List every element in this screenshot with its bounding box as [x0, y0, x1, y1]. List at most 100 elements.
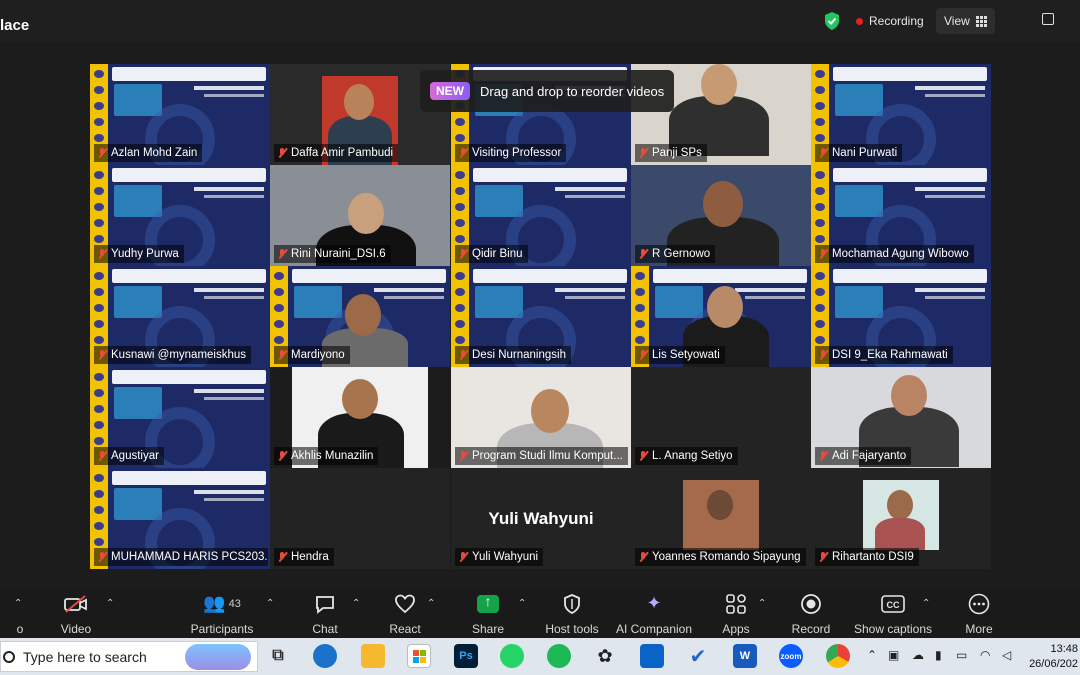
participant-tile[interactable]: Lis Setyowati — [631, 266, 811, 367]
apps-label: Apps — [722, 622, 750, 636]
mic-muted-icon — [818, 147, 828, 159]
todo-check-icon[interactable]: ✔ — [686, 644, 710, 668]
participant-name: Desi Nurnaningsih — [472, 349, 566, 361]
react-caret-icon[interactable]: ⌃ — [427, 598, 435, 609]
taskbar-clock[interactable]: 13:48 26/06/202 — [1026, 642, 1080, 672]
participant-tile[interactable]: Rini Nuraini_DSI.6 — [270, 165, 450, 266]
meeting-topbar: lace Recording View — [0, 0, 1080, 42]
shield-check-icon[interactable] — [822, 11, 842, 31]
apps-caret-icon[interactable]: ⌃ — [758, 598, 766, 609]
edge-icon[interactable] — [313, 644, 337, 668]
video-caret-icon[interactable]: ⌃ — [106, 598, 114, 609]
ms-store-icon[interactable] — [407, 644, 431, 668]
wifi-icon[interactable]: ◠ — [980, 648, 990, 662]
taskbar-search[interactable]: Type here to search — [0, 641, 258, 672]
search-placeholder: Type here to search — [23, 648, 147, 665]
participant-name: Daffa Amir Pambudi — [291, 147, 394, 159]
ai-companion-button[interactable]: ✦ AI Companion — [604, 592, 704, 636]
participant-tile[interactable]: Kusnawi @mynameiskhus — [90, 266, 270, 367]
participant-name-tag: Yudhy Purwa — [94, 245, 184, 263]
participant-name-tag: Mochamad Agung Wibowo — [815, 245, 974, 263]
participant-tile[interactable]: R Gernowo — [631, 165, 811, 266]
participant-name-tag: Yuli Wahyuni — [455, 548, 544, 566]
mic-muted-icon — [277, 248, 287, 260]
file-explorer-icon[interactable] — [361, 644, 385, 668]
participant-tile[interactable]: Rihartanto DSI9 — [811, 468, 991, 569]
audio-caret-icon[interactable]: ⌃ — [14, 598, 22, 609]
participants-button[interactable]: 👥 43 Participants — [182, 592, 262, 636]
participant-name-tag: L. Anang Setiyo — [635, 447, 738, 465]
participant-tile[interactable]: Yudhy Purwa — [90, 165, 270, 266]
cc-icon: CC — [881, 594, 905, 613]
share-caret-icon[interactable]: ⌃ — [518, 598, 526, 609]
photoshop-icon[interactable]: Ps — [454, 644, 478, 668]
more-button[interactable]: More — [939, 592, 1019, 636]
whatsapp-icon[interactable] — [500, 644, 524, 668]
onedrive-icon[interactable]: ☁ — [912, 648, 924, 662]
microphone-icon[interactable]: ▮ — [935, 648, 942, 662]
new-badge: NEW — [430, 82, 470, 100]
tray-chevron-icon[interactable]: ⌃ — [867, 648, 877, 662]
meet-now-icon[interactable]: ▣ — [888, 648, 899, 662]
chrome-icon[interactable] — [826, 644, 850, 668]
chat-caret-icon[interactable]: ⌃ — [352, 598, 360, 609]
participant-name-tag: Hendra — [274, 548, 334, 566]
host-tools-button[interactable]: Host tools — [532, 592, 612, 636]
spotify-icon[interactable] — [547, 644, 571, 668]
outlook-icon[interactable] — [640, 644, 664, 668]
heart-icon — [395, 594, 415, 613]
mic-muted-icon — [97, 551, 107, 563]
maximize-icon[interactable] — [1042, 13, 1054, 25]
task-view-icon[interactable]: ⧉ — [266, 644, 290, 668]
participant-name: Program Studi Ilmu Komput... — [472, 450, 623, 462]
mic-muted-icon — [277, 551, 287, 563]
participant-tile[interactable]: Yuli Wahyuni Yuli Wahyuni — [451, 468, 631, 569]
mic-muted-icon — [638, 349, 648, 361]
participant-tile[interactable]: Hendra — [270, 468, 450, 569]
participant-tile[interactable]: Mardiyono — [270, 266, 450, 367]
mic-muted-icon — [638, 248, 648, 260]
mic-muted-icon — [818, 551, 828, 563]
participant-name: Agustiyar — [111, 450, 159, 462]
zoom-app-icon[interactable]: zoom — [779, 644, 803, 668]
mic-muted-icon — [458, 450, 468, 462]
participant-name: Kusnawi @mynameiskhus — [111, 349, 247, 361]
record-button[interactable]: Record — [771, 592, 851, 636]
participant-tile[interactable]: Desi Nurnaningsih — [451, 266, 631, 367]
recording-indicator[interactable]: Recording — [850, 14, 930, 28]
captions-caret-icon[interactable]: ⌃ — [922, 598, 930, 609]
recording-dot-icon — [856, 17, 863, 25]
participant-name-tag: Program Studi Ilmu Komput... — [455, 447, 628, 465]
more-label: More — [965, 622, 993, 636]
participant-tile[interactable]: Azlan Mohd Zain — [90, 64, 270, 165]
participant-tile[interactable]: Mochamad Agung Wibowo — [811, 165, 991, 266]
chatgpt-icon[interactable]: ✿ — [593, 644, 617, 668]
participant-tile[interactable]: Adi Fajaryanto — [811, 367, 991, 468]
volume-icon[interactable]: ◁ — [1002, 648, 1011, 662]
participant-tile[interactable]: Agustiyar — [90, 367, 270, 468]
participant-tile[interactable]: Yoannes Romando Sipayung — [631, 468, 811, 569]
participant-tile[interactable]: Akhlis Munazilin — [270, 367, 450, 468]
participant-tile[interactable]: DSI 9_Eka Rahmawati — [811, 266, 991, 367]
participant-tile[interactable]: Nani Purwati — [811, 64, 991, 165]
participant-name-tag: Daffa Amir Pambudi — [274, 144, 399, 162]
view-button[interactable]: View — [936, 8, 995, 34]
share-label: Share — [471, 622, 505, 636]
participant-name-tag: MUHAMMAD HARIS PCS203... — [94, 548, 268, 566]
battery-icon[interactable]: ▭ — [956, 648, 967, 662]
chat-icon — [316, 595, 334, 614]
svg-text:CC: CC — [887, 600, 900, 610]
mic-muted-icon — [818, 248, 828, 260]
video-button[interactable]: Video — [36, 592, 116, 636]
participants-caret-icon[interactable]: ⌃ — [266, 598, 274, 609]
participant-tile[interactable]: L. Anang Setiyo — [631, 367, 811, 468]
word-icon[interactable]: W — [733, 644, 757, 668]
participant-name: R Gernowo — [652, 248, 711, 260]
participant-name: Visiting Professor — [472, 147, 562, 159]
participant-tile[interactable]: Qidir Binu — [451, 165, 631, 266]
participant-name: Yoannes Romando Sipayung — [652, 551, 801, 563]
participant-name-tag: Adi Fajaryanto — [815, 447, 912, 465]
participant-tile[interactable]: MUHAMMAD HARIS PCS203... — [90, 468, 270, 569]
participant-tile[interactable]: Program Studi Ilmu Komput... — [451, 367, 631, 468]
share-button[interactable]: Share — [448, 592, 528, 637]
